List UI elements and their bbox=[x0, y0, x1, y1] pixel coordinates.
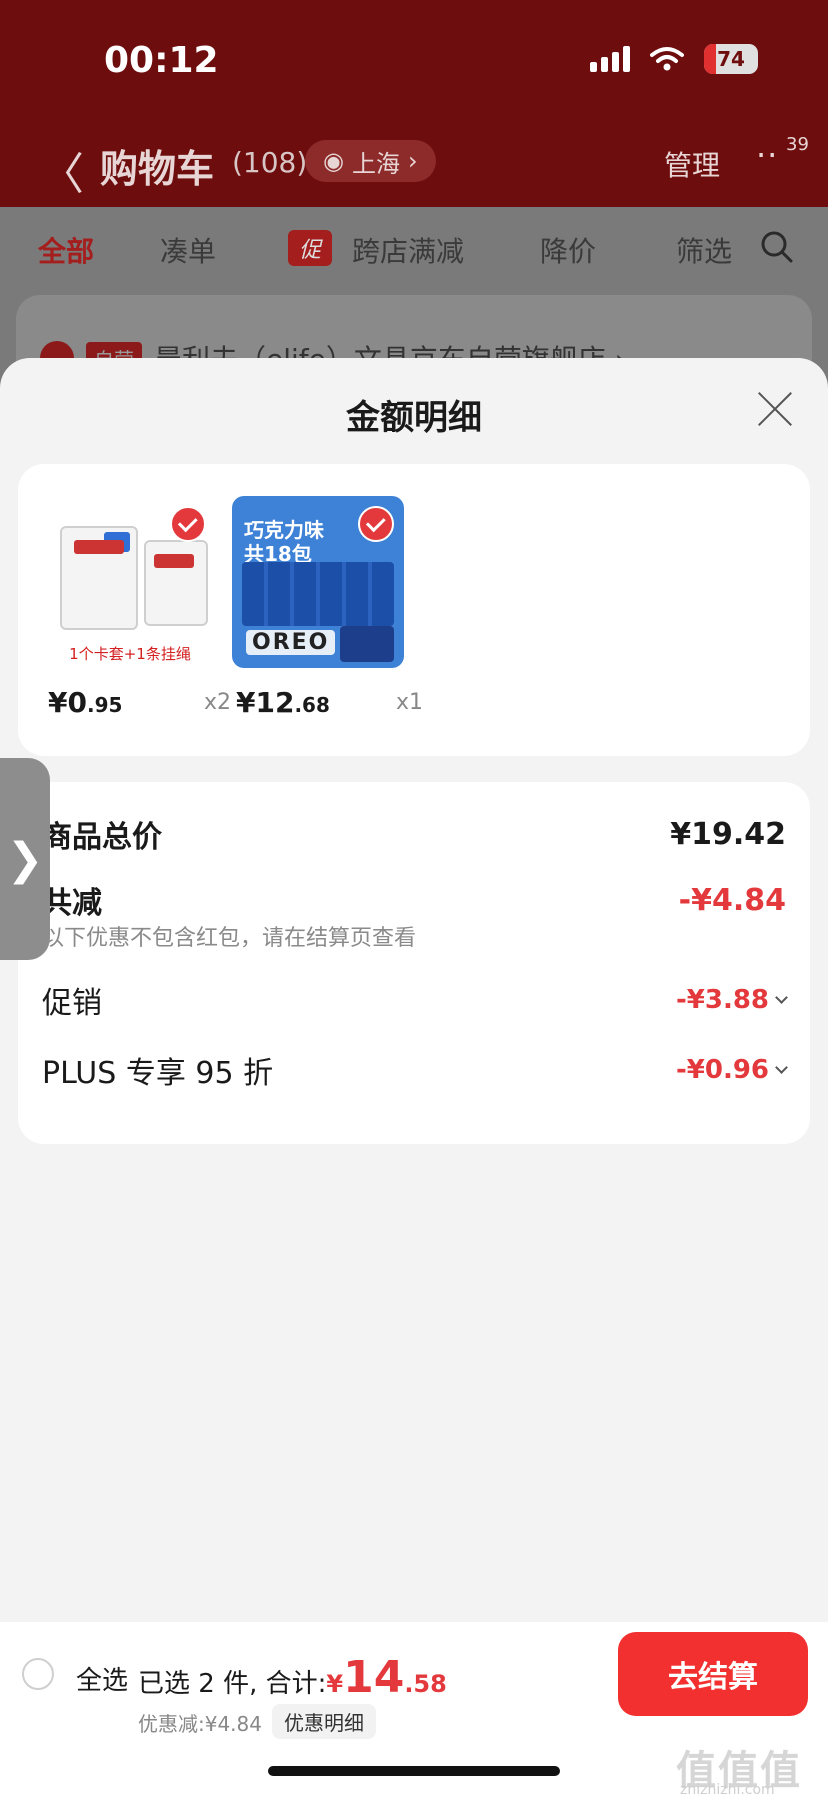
discount-detail-button[interactable]: 优惠明细 bbox=[272, 1704, 376, 1739]
amount-detail-sheet: 金额明细 1个卡套+1条挂绳 ¥0.95 x2 巧克力味 共18包 OREO ¥… bbox=[0, 358, 828, 1622]
promotion-row[interactable]: 促销 -¥3.88 bbox=[42, 978, 788, 1022]
total-price-row: 商品总价 ¥19.42 bbox=[42, 812, 786, 856]
cart-count: (108) bbox=[232, 146, 308, 179]
search-icon[interactable] bbox=[760, 230, 794, 264]
select-all-radio[interactable] bbox=[22, 1658, 54, 1690]
oreo-packs-image bbox=[242, 562, 394, 626]
product-item[interactable]: 1个卡套+1条挂绳 ¥0.95 x2 bbox=[44, 496, 231, 719]
plus-discount-row[interactable]: PLUS 专享 95 折 -¥0.96 bbox=[42, 1048, 788, 1092]
product-price: ¥0.95 bbox=[48, 686, 123, 719]
watermark-url: zhizhizhi.com bbox=[680, 1782, 775, 1796]
close-icon[interactable] bbox=[756, 390, 794, 428]
tab-bundle[interactable]: 凑单 bbox=[160, 230, 216, 270]
chevron-down-icon[interactable] bbox=[775, 990, 788, 1004]
location-selector[interactable]: ◉ 上海 › bbox=[305, 140, 436, 182]
battery-icon: 74 bbox=[704, 44, 758, 74]
status-icons: 74 bbox=[590, 44, 758, 74]
tab-cross-store-discount[interactable]: 跨店满减 bbox=[352, 230, 464, 270]
selected-products-card: 1个卡套+1条挂绳 ¥0.95 x2 巧克力味 共18包 OREO ¥12.68… bbox=[18, 464, 810, 756]
product-price: ¥12.68 bbox=[236, 686, 330, 719]
message-badge: 39 bbox=[786, 134, 809, 155]
plus-discount-value: -¥0.96 bbox=[675, 1055, 769, 1085]
checked-icon[interactable] bbox=[170, 506, 206, 542]
total-reduction-row: 共减 -¥4.84 bbox=[42, 878, 786, 922]
selected-total: 已选 2 件, 合计: ¥ 14 .58 bbox=[138, 1652, 447, 1703]
promotion-value: -¥3.88 bbox=[675, 985, 769, 1015]
total-reduction-label: 共减 bbox=[42, 886, 102, 921]
plus-discount-label: PLUS 专享 95 折 bbox=[42, 1056, 274, 1091]
checked-icon[interactable] bbox=[358, 506, 394, 542]
product-quantity: x2 bbox=[204, 690, 232, 715]
oreo-image-title: 巧克力味 共18包 bbox=[244, 518, 324, 566]
chevron-right-icon: › bbox=[407, 147, 418, 175]
product-item[interactable]: 巧克力味 共18包 OREO ¥12.68 x1 bbox=[232, 496, 423, 719]
total-price-value: ¥19.42 bbox=[670, 816, 786, 852]
discount-note: 以下优惠不包含红包，请在结算页查看 bbox=[42, 926, 417, 951]
checkout-bar: 全选 已选 2 件, 合计: ¥ 14 .58 优惠减:¥4.84 优惠明细 去… bbox=[0, 1622, 828, 1796]
selected-count-text: 已选 2 件, 合计: bbox=[138, 1669, 327, 1699]
total-decimal: .58 bbox=[404, 1670, 447, 1698]
tab-all[interactable]: 全部 bbox=[38, 230, 94, 270]
cellular-signal-icon bbox=[590, 46, 630, 72]
total-integer: 14 bbox=[343, 1652, 405, 1703]
product-thumbnail: 1个卡套+1条挂绳 bbox=[44, 496, 216, 668]
page-title: 购物车 bbox=[100, 147, 215, 191]
product-caption: 1个卡套+1条挂绳 bbox=[69, 645, 191, 663]
oreo-logo: OREO bbox=[246, 630, 336, 655]
sheet-title: 金额明细 bbox=[346, 398, 482, 438]
tab-filter[interactable]: 筛选 bbox=[676, 230, 732, 270]
product-quantity: x1 bbox=[396, 690, 424, 715]
more-menu-icon[interactable]: ·· bbox=[756, 136, 778, 174]
total-currency: ¥ bbox=[326, 1670, 344, 1698]
manage-button[interactable]: 管理 bbox=[664, 144, 720, 184]
checkout-button[interactable]: 去结算 bbox=[618, 1632, 808, 1716]
discount-amount: 优惠减:¥4.84 bbox=[138, 1712, 262, 1736]
total-price-label: 商品总价 bbox=[42, 820, 162, 855]
promotion-label: 促销 bbox=[42, 986, 102, 1021]
wifi-icon bbox=[650, 47, 684, 71]
select-all-label[interactable]: 全选 bbox=[76, 1660, 128, 1697]
card-holder-image bbox=[60, 526, 138, 630]
location-label: 上海 bbox=[351, 149, 400, 178]
tab-price-drop[interactable]: 降价 bbox=[540, 230, 596, 270]
back-icon[interactable]: 〈 bbox=[40, 138, 84, 202]
home-indicator bbox=[268, 1766, 560, 1776]
product-thumbnail: 巧克力味 共18包 OREO bbox=[232, 496, 404, 668]
status-time: 00:12 bbox=[104, 40, 219, 81]
promo-badge: 促 bbox=[288, 230, 332, 266]
eye-icon: ◉ bbox=[323, 147, 344, 175]
side-expand-handle[interactable]: ❯ bbox=[0, 758, 50, 960]
chevron-down-icon[interactable] bbox=[775, 1060, 788, 1074]
price-summary-card: 商品总价 ¥19.42 共减 -¥4.84 以下优惠不包含红包，请在结算页查看 … bbox=[18, 782, 810, 1144]
total-reduction-value: -¥4.84 bbox=[678, 882, 786, 918]
filter-tabs: 全部 凑单 促 跨店满减 降价 筛选 bbox=[0, 230, 828, 280]
